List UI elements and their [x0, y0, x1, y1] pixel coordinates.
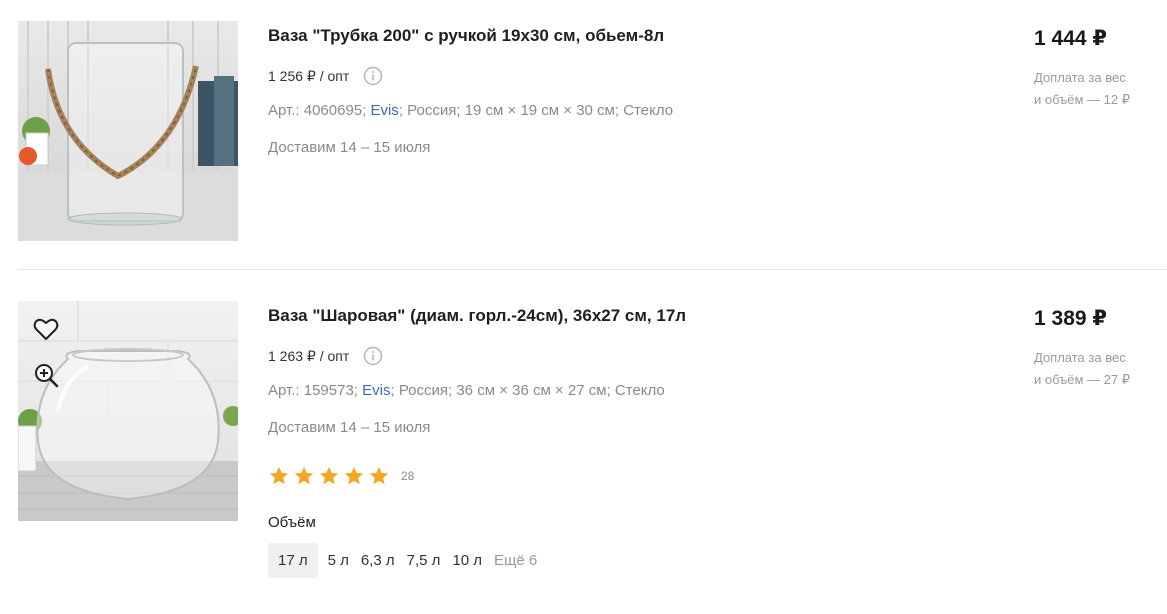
star-icon: [269, 466, 289, 485]
volume-option[interactable]: 7,5 л: [401, 543, 447, 578]
unit-price: 1 256 ₽ / опт: [268, 66, 383, 86]
delivery-info: Доставим 14 – 15 июля: [268, 139, 431, 156]
product-card: Ваза "Шаровая" (диам. горл.-24см), 36х27…: [18, 301, 1167, 601]
heart-icon[interactable]: [32, 315, 60, 343]
price: 1 389 ₽: [1034, 307, 1107, 330]
material: Стекло: [623, 102, 674, 119]
dimensions: 19 см × 19 см × 30 см;: [464, 102, 620, 119]
review-count[interactable]: 28: [401, 469, 414, 483]
unit-price: 1 263 ₽ / опт: [268, 346, 383, 366]
brand-link[interactable]: Evis: [362, 382, 390, 399]
unit-price-label: 1 263 ₽ / опт: [268, 347, 350, 364]
product-image[interactable]: [18, 21, 238, 241]
surcharge-line2: и объём — 27 ₽: [1034, 372, 1130, 387]
star-icon: [319, 466, 339, 485]
material: Стекло: [614, 382, 665, 399]
country: Россия;: [407, 102, 461, 119]
volume-label: Объём: [268, 514, 316, 531]
surcharge-note: Доплата за вес и объём — 12 ₽: [1034, 67, 1154, 111]
product-card: Ваза "Трубка 200" с ручкой 19х30 см, обь…: [18, 21, 1167, 241]
rating[interactable]: 28: [268, 465, 414, 487]
surcharge-note: Доплата за вес и объём — 27 ₽: [1034, 347, 1154, 391]
product-specs: Арт.: 159573; Evis; Россия; 36 см × 36 с…: [268, 382, 665, 399]
info-icon[interactable]: [363, 66, 383, 86]
zoom-in-icon[interactable]: [32, 361, 60, 389]
article: Арт.: 159573;: [268, 382, 358, 399]
star-icon: [344, 466, 364, 485]
surcharge-line2: и объём — 12 ₽: [1034, 92, 1130, 107]
volume-more-link[interactable]: Ещё 6: [488, 543, 543, 578]
dimensions: 36 см × 36 см × 27 см;: [456, 382, 611, 399]
delivery-info: Доставим 14 – 15 июля: [268, 419, 431, 436]
stars: [268, 465, 393, 487]
article: Арт.: 4060695;: [268, 102, 367, 119]
volume-options: 17 л5 л 6,3 л 7,5 л 10 л Ещё 6: [268, 543, 543, 578]
product-title[interactable]: Ваза "Трубка 200" с ручкой 19х30 см, обь…: [268, 26, 664, 46]
info-icon[interactable]: [363, 346, 383, 366]
country: Россия;: [398, 382, 453, 399]
vase-with-rope-handle-image: [18, 21, 238, 241]
volume-option[interactable]: 5 л: [322, 543, 355, 578]
volume-option[interactable]: 10 л: [446, 543, 488, 578]
price: 1 444 ₽: [1034, 27, 1107, 50]
surcharge-line1: Доплата за вес: [1034, 70, 1126, 85]
product-image[interactable]: [18, 301, 238, 521]
separator: ;: [390, 382, 395, 399]
star-icon: [369, 466, 389, 485]
divider: [18, 269, 1167, 270]
separator: ;: [398, 102, 403, 119]
product-specs: Арт.: 4060695; Evis; Россия; 19 см × 19 …: [268, 102, 673, 119]
star-icon: [294, 466, 314, 485]
brand-link[interactable]: Evis: [370, 102, 398, 119]
volume-option[interactable]: 17 л: [268, 543, 318, 578]
unit-price-label: 1 256 ₽ / опт: [268, 67, 350, 84]
surcharge-line1: Доплата за вес: [1034, 350, 1126, 365]
volume-option[interactable]: 6,3 л: [355, 543, 401, 578]
product-title[interactable]: Ваза "Шаровая" (диам. горл.-24см), 36х27…: [268, 306, 686, 326]
